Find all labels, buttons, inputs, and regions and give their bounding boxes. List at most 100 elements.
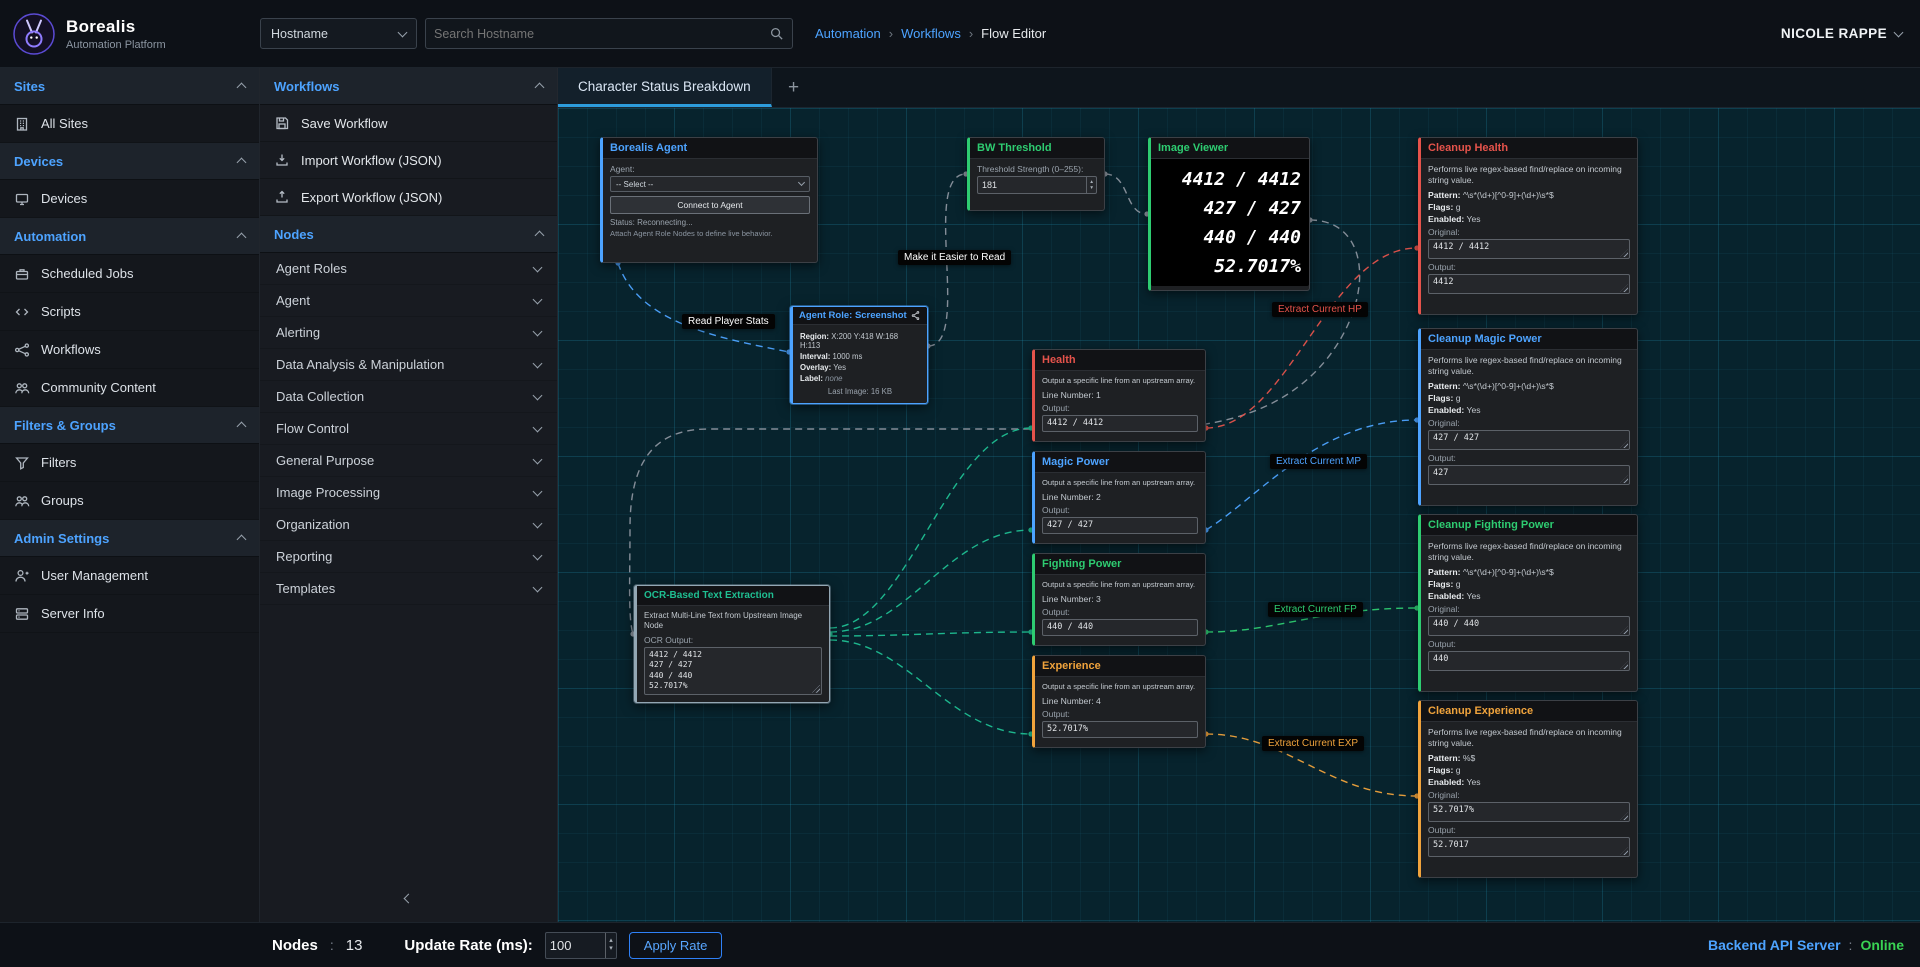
hostname-dropdown[interactable]: Hostname xyxy=(260,18,417,49)
share-icon[interactable] xyxy=(910,310,921,321)
wire-magic-to-cleanup xyxy=(1206,420,1417,530)
sidebar-item-scheduled-jobs[interactable]: Scheduled Jobs xyxy=(0,255,259,293)
node-title: Image Viewer xyxy=(1158,142,1228,154)
connect-agent-button[interactable]: Connect to Agent xyxy=(610,196,810,214)
node-category-alerting[interactable]: Alerting xyxy=(260,317,557,349)
node-category-organization[interactable]: Organization xyxy=(260,509,557,541)
sidebar-item-workflows[interactable]: Workflows xyxy=(0,331,259,369)
output-field[interactable] xyxy=(1042,415,1198,432)
sidebar-item-server-info[interactable]: Server Info xyxy=(0,595,259,633)
node-title: OCR-Based Text Extraction xyxy=(644,590,774,601)
last-image-size: Last Image: 16 KB xyxy=(800,387,920,396)
node-category-image-processing[interactable]: Image Processing xyxy=(260,477,557,509)
breadcrumb-automation[interactable]: Automation xyxy=(815,26,881,41)
agent-select-value: -- Select -- xyxy=(616,180,653,189)
node-category-data-analysis[interactable]: Data Analysis & Manipulation xyxy=(260,349,557,381)
edge-label-read-player-stats[interactable]: Read Player Stats xyxy=(682,314,775,329)
stat-line: 4412 / 4412 xyxy=(1159,165,1301,194)
sidebar-item-devices[interactable]: Devices xyxy=(0,180,259,218)
agent-select[interactable]: -- Select -- xyxy=(610,176,810,192)
sidebar-item-all-sites[interactable]: All Sites xyxy=(0,105,259,143)
original-textarea[interactable]: 52.7017% xyxy=(1428,802,1630,822)
output-field[interactable] xyxy=(1042,619,1198,636)
node-borealis-agent[interactable]: Borealis Agent Agent: -- Select -- Conne… xyxy=(600,137,818,263)
output-textarea[interactable]: 52.7017 xyxy=(1428,837,1630,857)
sidebar-item-groups[interactable]: Groups xyxy=(0,482,259,520)
sidebar-section-sites[interactable]: Sites xyxy=(0,68,259,105)
node-category-templates[interactable]: Templates xyxy=(260,573,557,605)
field-key: Region: xyxy=(800,332,829,341)
node-cleanup-magic-power[interactable]: Cleanup Magic Power Performs live regex-… xyxy=(1418,328,1638,506)
node-category-data-collection[interactable]: Data Collection xyxy=(260,381,557,413)
node-image-viewer[interactable]: Image Viewer 4412 / 4412 427 / 427 440 /… xyxy=(1148,137,1310,291)
output-textarea[interactable]: 427 xyxy=(1428,465,1630,485)
borealis-app: Borealis Automation Platform Hostname Au… xyxy=(0,0,1920,967)
category-label: General Purpose xyxy=(276,453,374,468)
people-icon xyxy=(14,380,30,396)
output-label: Output: xyxy=(1428,262,1630,272)
node-category-agent[interactable]: Agent xyxy=(260,285,557,317)
node-fighting-power[interactable]: Fighting Power Output a specific line fr… xyxy=(1032,553,1206,646)
edge-label-extract-mp[interactable]: Extract Current MP xyxy=(1270,454,1367,469)
original-textarea[interactable]: 440 / 440 xyxy=(1428,616,1630,636)
sidebar-section-devices[interactable]: Devices xyxy=(0,143,259,180)
sidebar-section-admin-settings[interactable]: Admin Settings xyxy=(0,520,259,557)
user-menu[interactable]: NICOLE RAPPE xyxy=(1781,26,1902,41)
save-workflow-button[interactable]: Save Workflow xyxy=(260,105,557,142)
new-tab-button[interactable]: + xyxy=(772,68,816,107)
apply-rate-button[interactable]: Apply Rate xyxy=(629,932,723,959)
node-health[interactable]: Health Output a specific line from an up… xyxy=(1032,349,1206,442)
wire-threshold-to-viewer xyxy=(1105,174,1147,214)
sidebar-section-automation[interactable]: Automation xyxy=(0,218,259,255)
export-workflow-button[interactable]: Export Workflow (JSON) xyxy=(260,179,557,216)
original-textarea[interactable]: 4412 / 4412 xyxy=(1428,239,1630,259)
separator: : xyxy=(1849,937,1853,953)
node-experience[interactable]: Experience Output a specific line from a… xyxy=(1032,655,1206,748)
ocr-output-textarea[interactable]: 4412 / 4412 427 / 427 440 / 440 52.7017% xyxy=(644,647,822,695)
edge-label-extract-fp[interactable]: Extract Current FP xyxy=(1268,602,1363,617)
output-textarea[interactable]: 440 xyxy=(1428,651,1630,671)
breadcrumb-current: Flow Editor xyxy=(981,26,1046,41)
backend-api-label: Backend API Server xyxy=(1708,937,1841,953)
threshold-input[interactable] xyxy=(978,177,1086,193)
node-cleanup-fighting-power[interactable]: Cleanup Fighting Power Performs live reg… xyxy=(1418,514,1638,692)
update-rate-input[interactable] xyxy=(546,933,605,958)
node-agent-role-screenshot[interactable]: Agent Role: Screenshot Region: X:200 Y:4… xyxy=(790,306,928,404)
original-textarea[interactable]: 427 / 427 xyxy=(1428,430,1630,450)
nodes-panel-header[interactable]: Nodes xyxy=(260,216,557,253)
sidebar-item-community-content[interactable]: Community Content xyxy=(0,369,259,407)
sidebar-section-filters-groups[interactable]: Filters & Groups xyxy=(0,407,259,444)
node-category-agent-roles[interactable]: Agent Roles xyxy=(260,253,557,285)
sidebar-item-scripts[interactable]: Scripts xyxy=(0,293,259,331)
node-bw-threshold[interactable]: BW Threshold Threshold Strength (0–255):… xyxy=(967,137,1105,211)
brand-name: Borealis xyxy=(66,17,166,37)
node-magic-power[interactable]: Magic Power Output a specific line from … xyxy=(1032,451,1206,544)
sidebar-item-filters[interactable]: Filters xyxy=(0,444,259,482)
node-category-flow-control[interactable]: Flow Control xyxy=(260,413,557,445)
node-category-reporting[interactable]: Reporting xyxy=(260,541,557,573)
flow-canvas[interactable]: Borealis Agent Agent: -- Select -- Conne… xyxy=(558,108,1920,922)
number-spinner[interactable]: ▴▾ xyxy=(605,933,616,958)
node-cleanup-health[interactable]: Cleanup Health Performs live regex-based… xyxy=(1418,137,1638,315)
status-bar: Nodes : 13 Update Rate (ms): ▴▾ Apply Ra… xyxy=(0,922,1920,967)
node-category-general-purpose[interactable]: General Purpose xyxy=(260,445,557,477)
collapse-panel-button[interactable] xyxy=(394,888,424,912)
edge-label-extract-exp[interactable]: Extract Current EXP xyxy=(1262,736,1364,751)
number-spinner[interactable]: ▴▾ xyxy=(1086,177,1096,193)
output-field[interactable] xyxy=(1042,517,1198,534)
people-icon xyxy=(14,493,30,509)
sidebar-item-user-management[interactable]: User Management xyxy=(0,557,259,595)
workflows-panel-header[interactable]: Workflows xyxy=(260,68,557,105)
output-field[interactable] xyxy=(1042,721,1198,738)
breadcrumb-workflows[interactable]: Workflows xyxy=(901,26,961,41)
node-ocr-text-extraction[interactable]: OCR-Based Text Extraction Extract Multi-… xyxy=(634,585,830,703)
node-cleanup-experience[interactable]: Cleanup Experience Performs live regex-b… xyxy=(1418,700,1638,878)
edge-label-extract-hp[interactable]: Extract Current HP xyxy=(1272,302,1368,317)
pattern-value: ^\s*(\d+)[^0-9]+(\d+)\s*$ xyxy=(1463,190,1554,200)
edge-label-make-it-easier[interactable]: Make it Easier to Read xyxy=(898,250,1011,265)
import-workflow-button[interactable]: Import Workflow (JSON) xyxy=(260,142,557,179)
tab-character-status-breakdown[interactable]: Character Status Breakdown xyxy=(558,68,772,107)
search-input[interactable] xyxy=(434,27,769,41)
chevron-up-icon xyxy=(237,422,247,432)
output-textarea[interactable]: 4412 xyxy=(1428,274,1630,294)
